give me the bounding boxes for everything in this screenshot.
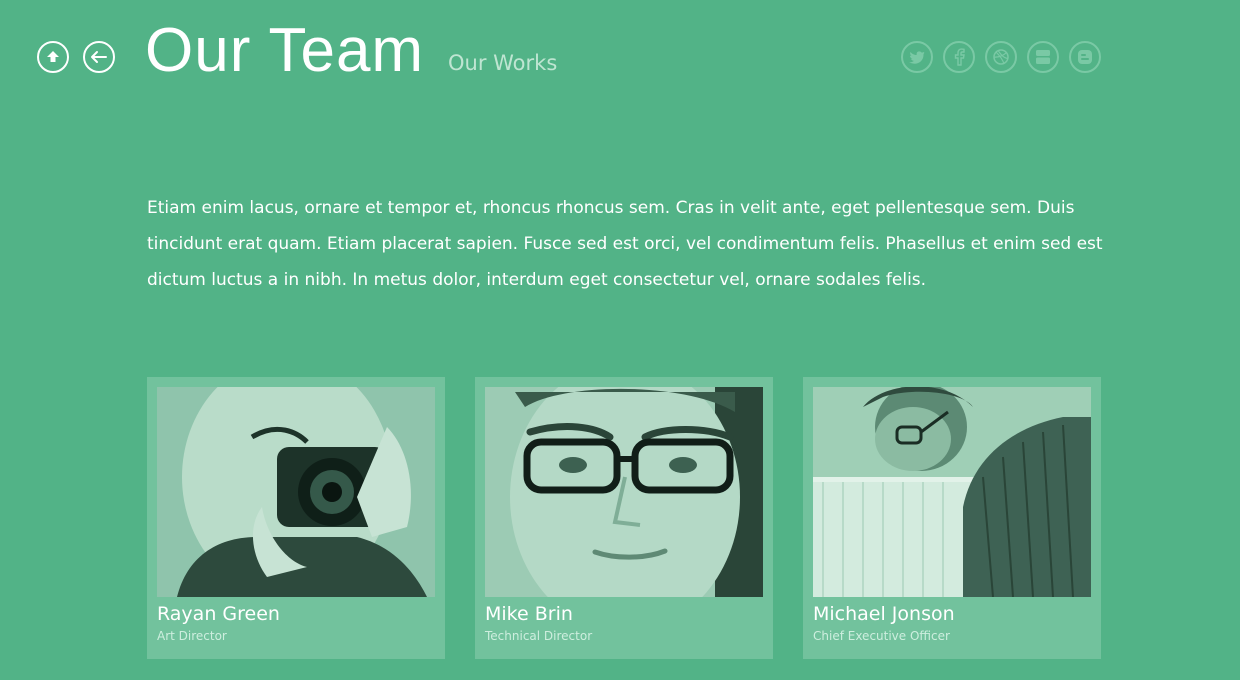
arrow-up-icon [47,51,59,62]
home-up-button[interactable] [37,41,69,73]
back-button[interactable] [83,41,115,73]
team-card[interactable]: Michael Jonson Chief Executive Officer [803,377,1101,659]
member-name: Rayan Green [157,603,280,625]
intro-paragraph: Etiam enim lacus, ornare et tempor et, r… [147,198,1103,290]
member-name: Mike Brin [485,603,573,625]
team-card[interactable]: Rayan Green Art Director [147,377,445,659]
member-role: Chief Executive Officer [813,629,950,643]
youtube-icon[interactable] [1027,41,1059,73]
facebook-icon[interactable] [943,41,975,73]
member-role: Art Director [157,629,227,643]
member-role: Technical Director [485,629,593,643]
arrow-left-icon [91,51,107,63]
page-title: Our Team [145,16,425,85]
member-photo [485,387,763,597]
dribbble-icon[interactable] [985,41,1017,73]
twitter-icon[interactable] [901,41,933,73]
member-name: Michael Jonson [813,603,955,625]
blogger-icon[interactable] [1069,41,1101,73]
member-photo [813,387,1091,597]
our-works-link[interactable]: Our Works [448,50,557,76]
member-photo [157,387,435,597]
social-links [901,41,1101,73]
team-card[interactable]: Mike Brin Technical Director [475,377,773,659]
